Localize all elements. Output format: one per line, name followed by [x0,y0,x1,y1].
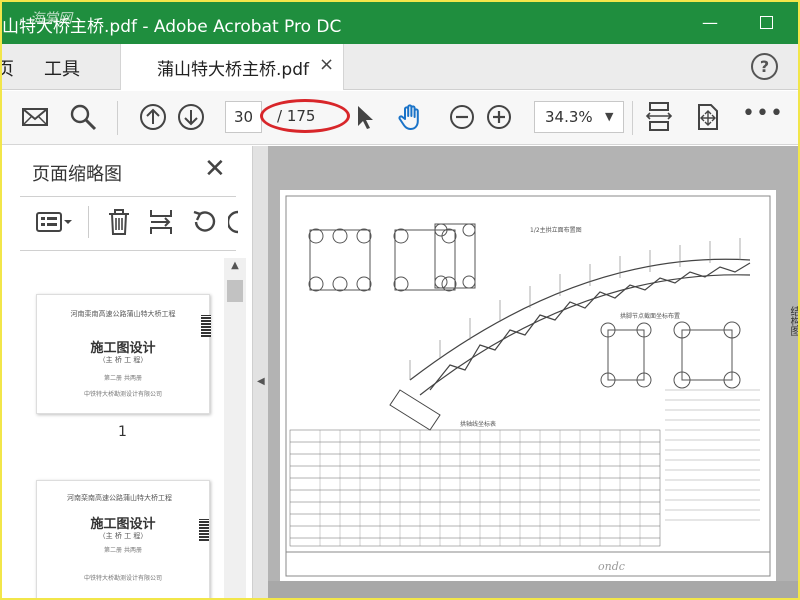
scroll-thumb[interactable] [227,280,243,302]
thumb-volume: 第二册 共两册 [104,375,142,382]
toolbar-separator [632,101,633,135]
title-bar: 山特大桥主桥.pdf - Adobe Acrobat Pro DC 海棠网 — [2,2,798,44]
document-viewer[interactable]: 1/2主拱立面布置图 拱轴线坐标表 拱脚节点截面坐标布置 结构图 ondc [268,146,799,598]
toolbar-separator [117,101,118,135]
minimize-button[interactable]: — [690,8,730,38]
zoom-select[interactable]: 34.3% ▼ [534,101,624,133]
page-down-icon[interactable] [176,102,206,132]
more-tools-button[interactable]: ••• [742,101,784,126]
panel-divider [20,250,236,251]
scroll-up-button[interactable]: ▲ [224,260,246,276]
barcode-stamp [199,519,209,541]
barcode-stamp [201,315,211,337]
thumbnail-options-icon[interactable] [36,210,74,236]
thumbnail-scrollbar[interactable]: ▲ [224,258,246,598]
footer-watermark: ondc [598,560,625,573]
engineering-drawing: 1/2主拱立面布置图 拱轴线坐标表 拱脚节点截面坐标布置 [285,195,771,577]
thumb-title: 施工图设计 [90,517,156,532]
panel-title: 页面缩略图 [32,164,122,185]
page-thumbnail-2[interactable]: 河南栾南高速公路蒲山特大桥工程 施工图设计 （主 桥 工 程） 第二册 共两册 … [36,480,210,598]
menu-home[interactable]: 页 [2,55,14,81]
maximize-icon [759,15,773,29]
tab-close-button[interactable]: × [319,54,334,75]
page-up-icon[interactable] [138,102,168,132]
thumbnail-page-number: 1 [118,424,127,440]
red-annotation-ellipse [260,99,350,133]
thumb-org: 中铁特大桥勘测设计有限公司 [83,575,162,582]
zoom-out-icon[interactable] [447,102,477,132]
watermark-logo: 海棠网 [30,11,72,27]
panel-splitter[interactable]: ◀ [252,146,268,598]
side-label: 结构图 [788,306,799,336]
tab-document-label: 蒲山特大桥主桥.pdf [157,60,309,80]
fit-page-icon[interactable] [644,102,674,132]
rotate-icon[interactable] [228,208,240,236]
zoom-in-icon[interactable] [484,102,514,132]
app-window: 山特大桥主桥.pdf - Adobe Acrobat Pro DC 海棠网 — … [0,0,800,600]
thumb-header: 河南栾南高速公路蒲山特大桥工程 [67,494,172,502]
undo-icon[interactable] [190,208,218,236]
search-icon[interactable] [68,102,98,132]
thumb-subtitle: （主 桥 工 程） [98,532,148,540]
delete-page-icon[interactable] [106,208,132,236]
table-title: 拱轴线坐标表 [460,420,496,428]
panel-divider [20,196,236,197]
tab-bar: 页 工具 蒲山特大桥主桥.pdf × ? [2,44,798,90]
viewer-bottom-strip [268,581,798,598]
menu-tools[interactable]: 工具 [44,55,80,81]
insert-page-icon[interactable] [148,208,174,236]
thumb-org: 中铁特大桥勘测设计有限公司 [83,391,162,398]
tab-document[interactable]: 蒲山特大桥主桥.pdf × [120,44,344,90]
drawing-title: 1/2主拱立面布置图 [530,226,582,234]
help-button[interactable]: ? [751,53,778,80]
maximize-button[interactable] [746,8,786,38]
email-icon[interactable] [20,102,50,132]
thumb-volume: 第二册 共两册 [104,547,142,554]
current-page-input[interactable]: 30 [225,101,262,133]
toolbar: 30 / 175 34.3% ▼ ••• [2,91,798,145]
document-page: 1/2主拱立面布置图 拱轴线坐标表 拱脚节点截面坐标布置 [280,190,776,582]
collapse-panel-icon[interactable]: ◀ [257,376,265,387]
chevron-down-icon: ▼ [605,110,614,123]
rotate-view-icon[interactable] [692,102,722,132]
thumb-title: 施工图设计 [90,341,156,356]
thumb-header: 河南栾南高速公路蒲山特大桥工程 [70,310,176,318]
panel-separator [88,206,89,238]
section-title: 拱脚节点截面坐标布置 [620,312,680,320]
thumbnail-panel: 页面缩略图 ✕ ▲ 河南栾南高速公路蒲山特大桥工程 施工图设计 （主 桥 工 程… [2,146,252,598]
hand-tool-icon[interactable] [396,102,426,132]
select-cursor-icon[interactable] [350,102,380,132]
panel-close-button[interactable]: ✕ [204,154,226,184]
panel-toolbar [22,202,242,242]
zoom-value: 34.3% [545,108,593,126]
page-thumbnail-1[interactable]: 河南栾南高速公路蒲山特大桥工程 施工图设计 （主 桥 工 程） 第二册 共两册 … [36,294,211,414]
thumb-subtitle: （主 桥 工 程） [98,356,148,364]
